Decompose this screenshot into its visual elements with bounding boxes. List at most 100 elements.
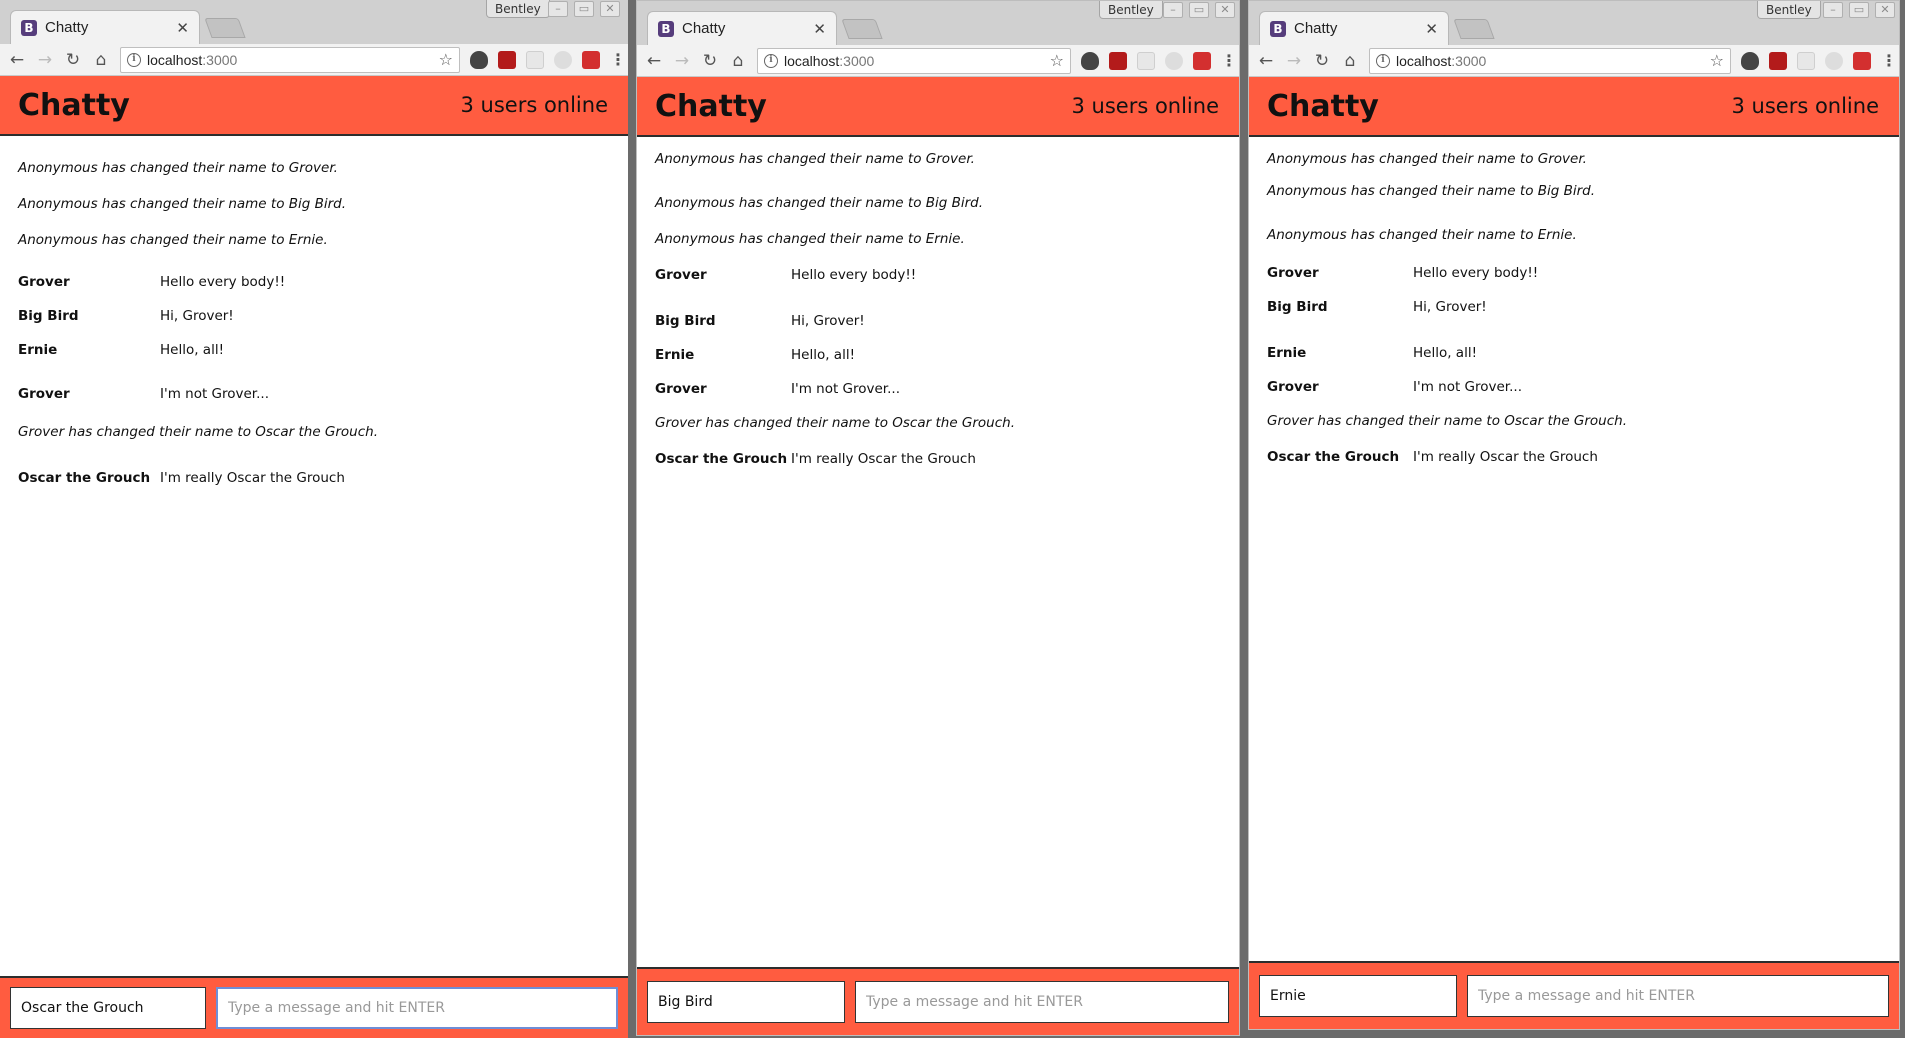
message-content: Hello every body!! <box>160 274 286 290</box>
address-bar[interactable]: i localhost:3000 ☆ <box>120 46 460 73</box>
message-input[interactable] <box>216 987 618 1029</box>
bootstrap-favicon-icon: B <box>21 19 37 36</box>
minimize-icon[interactable]: – <box>548 1 568 17</box>
tab-close-icon[interactable]: ✕ <box>813 20 826 38</box>
red-extension-icon[interactable] <box>1193 51 1211 70</box>
new-tab-button[interactable] <box>841 19 883 39</box>
pdf-extension-icon[interactable] <box>1769 51 1787 70</box>
new-tab-button[interactable] <box>204 18 246 38</box>
forward-icon[interactable]: → <box>36 50 54 70</box>
close-window-icon[interactable]: ✕ <box>600 1 620 17</box>
shield-extension-icon[interactable] <box>1741 51 1759 70</box>
react-extension-icon[interactable] <box>1825 51 1843 70</box>
reload-icon[interactable]: ↻ <box>701 51 719 71</box>
info-icon[interactable]: i <box>1376 53 1390 68</box>
url-host: localhost <box>784 52 840 69</box>
system-message: Grover has changed their name to Oscar t… <box>18 424 379 440</box>
home-icon[interactable]: ⌂ <box>92 50 110 70</box>
url-port: :3000 <box>839 52 875 69</box>
message-content: I'm not Grover... <box>791 381 900 397</box>
shield-extension-icon[interactable] <box>470 50 488 69</box>
message-username: Ernie <box>1267 345 1307 361</box>
minimize-icon[interactable]: – <box>1823 2 1843 18</box>
home-icon[interactable]: ⌂ <box>729 51 747 71</box>
username-input[interactable] <box>1259 975 1457 1017</box>
tab-close-icon[interactable]: ✕ <box>176 19 189 37</box>
red-extension-icon[interactable] <box>582 50 600 69</box>
chat-message: Grover Hello every body!! <box>18 274 610 290</box>
reload-icon[interactable]: ↻ <box>64 50 82 70</box>
maximize-icon[interactable]: ▭ <box>574 1 594 17</box>
message-content: I'm really Oscar the Grouch <box>160 470 345 486</box>
back-icon[interactable]: ← <box>645 51 663 71</box>
profile-badge[interactable]: Bentley <box>486 0 550 18</box>
maximize-icon[interactable]: ▭ <box>1189 2 1209 18</box>
react-extension-icon[interactable] <box>1165 51 1183 70</box>
chrome-menu-icon[interactable]: ⋮ <box>1881 51 1897 70</box>
chat-bar <box>1249 961 1899 1029</box>
profile-badge[interactable]: Bentley <box>1757 1 1821 19</box>
message-username: Big Bird <box>18 308 79 324</box>
system-message: Grover has changed their name to Oscar t… <box>1267 413 1628 429</box>
system-message: Anonymous has changed their name to Big … <box>1267 183 1596 199</box>
blank-extension-icon[interactable] <box>526 50 544 69</box>
forward-icon[interactable]: → <box>673 51 691 71</box>
maximize-icon[interactable]: ▭ <box>1849 2 1869 18</box>
message-input[interactable] <box>1467 975 1889 1017</box>
system-message: Anonymous has changed their name to Erni… <box>1267 227 1577 243</box>
message-username: Oscar the Grouch <box>18 470 151 486</box>
message-list: Anonymous has changed their name to Grov… <box>0 136 628 976</box>
address-bar[interactable]: i localhost:3000 ☆ <box>757 47 1071 74</box>
address-bar[interactable]: i localhost:3000 ☆ <box>1369 47 1731 74</box>
blank-extension-icon[interactable] <box>1797 51 1815 70</box>
close-window-icon[interactable]: ✕ <box>1875 2 1895 18</box>
message-username: Oscar the Grouch <box>655 451 788 467</box>
pdf-extension-icon[interactable] <box>1109 51 1127 70</box>
url-text[interactable]: localhost:3000 <box>147 52 433 68</box>
tab-close-icon[interactable]: ✕ <box>1425 20 1438 38</box>
bootstrap-favicon-icon: B <box>1270 20 1286 37</box>
chat-message: Ernie Hello, all! <box>1267 345 1881 361</box>
info-icon[interactable]: i <box>127 52 141 67</box>
chrome-menu-icon[interactable]: ⋮ <box>1221 51 1237 70</box>
react-extension-icon[interactable] <box>554 50 572 69</box>
red-extension-icon[interactable] <box>1853 51 1871 70</box>
info-icon[interactable]: i <box>764 53 778 68</box>
forward-icon[interactable]: → <box>1285 51 1303 71</box>
browser-tab[interactable]: B Chatty ✕ <box>647 11 837 45</box>
close-window-icon[interactable]: ✕ <box>1215 2 1235 18</box>
system-message: Grover has changed their name to Oscar t… <box>655 415 1016 431</box>
back-icon[interactable]: ← <box>8 50 26 70</box>
url-host: localhost <box>1396 52 1452 69</box>
chat-message: Grover I'm not Grover... <box>655 381 1221 397</box>
message-username: Grover <box>18 274 70 290</box>
message-username: Ernie <box>18 342 58 358</box>
username-input[interactable] <box>647 981 845 1023</box>
chrome-menu-icon[interactable]: ⋮ <box>610 50 626 69</box>
browser-tab[interactable]: B Chatty ✕ <box>10 10 200 44</box>
browser-toolbar: ← → ↻ ⌂ i localhost:3000 ☆ ⋮ <box>637 45 1239 77</box>
bookmark-star-icon[interactable]: ☆ <box>439 50 453 69</box>
tab-strip: B Chatty ✕ Bentley – ▭ ✕ <box>637 1 1239 45</box>
bookmark-star-icon[interactable]: ☆ <box>1050 51 1064 70</box>
shield-extension-icon[interactable] <box>1081 51 1099 70</box>
browser-tab[interactable]: B Chatty ✕ <box>1259 11 1449 45</box>
profile-badge[interactable]: Bentley <box>1099 1 1163 19</box>
message-content: I'm really Oscar the Grouch <box>791 451 976 467</box>
pdf-extension-icon[interactable] <box>498 50 516 69</box>
url-text[interactable]: localhost:3000 <box>1396 53 1704 69</box>
new-tab-button[interactable] <box>1453 19 1495 39</box>
home-icon[interactable]: ⌂ <box>1341 51 1359 71</box>
message-input[interactable] <box>855 981 1229 1023</box>
username-input[interactable] <box>10 987 206 1029</box>
message-content: Hello, all! <box>1413 345 1477 361</box>
minimize-icon[interactable]: – <box>1163 2 1183 18</box>
reload-icon[interactable]: ↻ <box>1313 51 1331 71</box>
bookmark-star-icon[interactable]: ☆ <box>1710 51 1724 70</box>
message-content: Hello every body!! <box>1413 265 1539 281</box>
message-content: Hi, Grover! <box>1413 299 1487 315</box>
blank-extension-icon[interactable] <box>1137 51 1155 70</box>
back-icon[interactable]: ← <box>1257 51 1275 71</box>
message-username: Grover <box>1267 379 1319 395</box>
url-text[interactable]: localhost:3000 <box>784 53 1044 69</box>
